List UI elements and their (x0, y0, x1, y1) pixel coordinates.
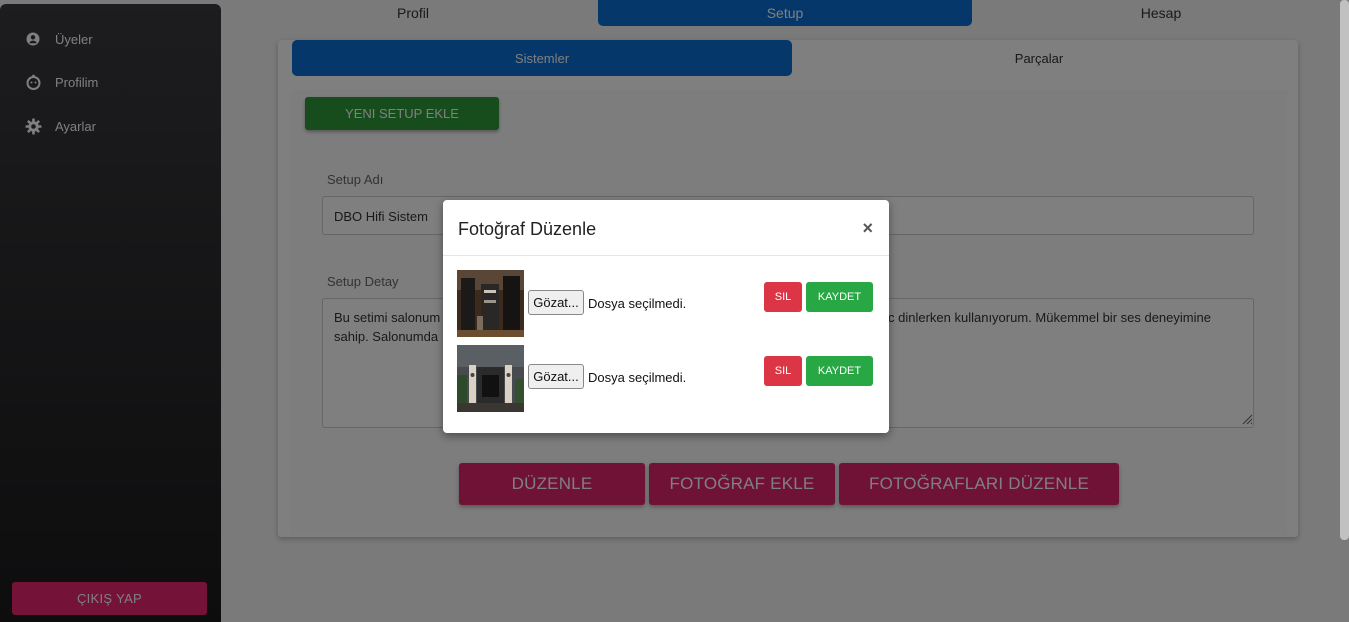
save-button[interactable]: KAYDET (806, 282, 873, 312)
modal-header: Fotoğraf Düzenle × (443, 200, 889, 256)
close-icon[interactable]: × (862, 218, 873, 239)
browse-button[interactable]: Gözat... (528, 290, 584, 315)
file-status: Dosya seçilmedi. (588, 370, 687, 385)
modal-title: Fotoğraf Düzenle (458, 219, 597, 239)
photo-thumbnail (457, 270, 524, 337)
browse-button[interactable]: Gözat... (528, 364, 584, 389)
photo-row: Gözat... Dosya seçilmedi. SIL KAYDET (457, 270, 875, 337)
photo-thumbnail (457, 345, 524, 412)
save-button[interactable]: KAYDET (806, 356, 873, 386)
photo-edit-modal: Fotoğraf Düzenle × Gözat... Dosya seçilm… (443, 200, 889, 433)
file-status: Dosya seçilmedi. (588, 296, 687, 311)
delete-button[interactable]: SIL (764, 356, 802, 386)
photo-row: Gözat... Dosya seçilmedi. SIL KAYDET (457, 345, 875, 412)
delete-button[interactable]: SIL (764, 282, 802, 312)
scrollbar[interactable] (1340, 0, 1349, 540)
